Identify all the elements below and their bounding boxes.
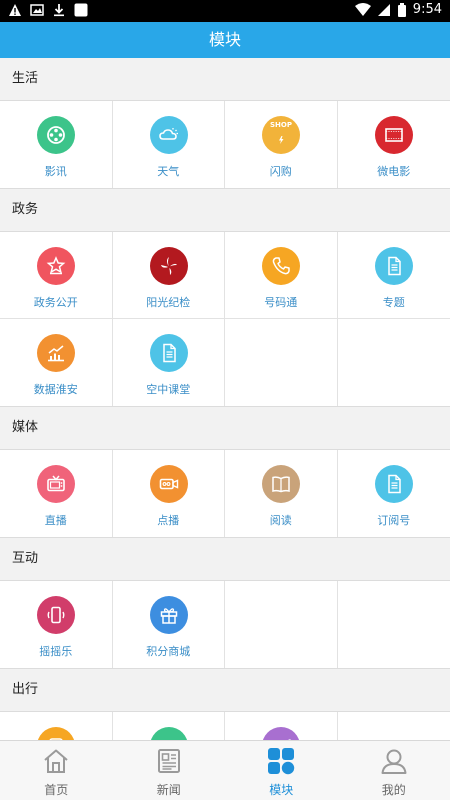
page-title: 模块: [208, 30, 241, 49]
car-icon: [149, 727, 188, 740]
tv-icon: [37, 465, 75, 503]
download-icon: [54, 4, 64, 17]
module-item[interactable]: 积分商城: [112, 581, 225, 668]
image-icon: [30, 4, 44, 16]
module-item[interactable]: 天气: [112, 101, 225, 188]
empty-cell: [337, 319, 450, 406]
tab-label: 模块: [269, 783, 294, 797]
module-label: 天气: [157, 165, 180, 178]
module-label: 专题: [382, 296, 405, 309]
module-grid: [0, 711, 450, 740]
tab-profile[interactable]: 我的: [338, 741, 450, 800]
book-icon: [262, 465, 300, 503]
section-title: 媒体: [0, 407, 450, 449]
section-title: 出行: [0, 669, 450, 711]
module-item[interactable]: [225, 712, 338, 740]
wifi-icon: [354, 2, 371, 16]
module-item[interactable]: 数据淮安: [0, 319, 113, 406]
status-time: 9:54: [412, 2, 442, 17]
module-item[interactable]: [112, 712, 225, 740]
shop-icon: SHOP: [262, 116, 300, 154]
chart-icon: [37, 334, 75, 372]
module-item[interactable]: 摇摇乐: [0, 581, 113, 668]
tab-modules[interactable]: 模块: [225, 741, 338, 800]
newspaper-icon: [157, 749, 180, 773]
document-icon: [374, 247, 413, 285]
module-label: 微电影: [377, 165, 411, 178]
module-grid: 摇摇乐 积分商城: [0, 580, 450, 669]
shake-phone-icon: [37, 596, 75, 634]
phone-icon: [262, 247, 300, 285]
module-item[interactable]: 专题: [337, 232, 450, 319]
module-item[interactable]: 微电影: [337, 101, 450, 188]
module-label: 号码通: [264, 296, 298, 309]
gift-icon: [149, 596, 188, 634]
module-item[interactable]: SHOP 闪购: [225, 101, 338, 188]
bottom-tab-bar: 首页 新闻 模块 我的: [0, 740, 450, 800]
status-bar: 9:54: [0, 0, 450, 22]
micro-film-icon: [374, 116, 413, 154]
module-grid: 影讯 天气 SHOP 闪购 微电影: [0, 100, 450, 189]
empty-cell: [225, 581, 338, 668]
module-item[interactable]: 号码通: [225, 232, 338, 319]
plane-icon: [262, 727, 300, 740]
section-title: 政务: [0, 189, 450, 231]
film-reel-icon: [37, 116, 75, 154]
module-label: 点播: [157, 514, 180, 527]
module-item[interactable]: 影讯: [0, 101, 113, 188]
module-label: 订阅号: [377, 514, 411, 527]
tab-home[interactable]: 首页: [0, 741, 113, 800]
module-grid: 政务公开 阳光纪检 号码通 专题数据淮安 空中课堂: [0, 231, 450, 407]
module-label: 数据淮安: [33, 383, 78, 396]
module-label: 直播: [44, 514, 67, 527]
tab-label: 首页: [44, 783, 69, 797]
empty-cell: [337, 581, 450, 668]
module-item[interactable]: 直播: [0, 450, 113, 537]
module-label: 政务公开: [33, 296, 78, 309]
bus-icon: [37, 727, 75, 740]
module-label: 积分商城: [146, 645, 191, 658]
section-title: 生活: [0, 58, 450, 100]
sunshine-logo-icon: [149, 247, 188, 285]
module-item[interactable]: 政务公开: [0, 232, 113, 319]
camera-icon: [149, 465, 188, 503]
home-icon: [44, 749, 68, 773]
star-badge-icon: [37, 247, 75, 285]
module-grid: 直播 点播 阅读 订阅号: [0, 449, 450, 538]
tab-label: 新闻: [156, 783, 181, 797]
empty-cell: [337, 712, 450, 740]
empty-cell: [225, 319, 338, 406]
module-label: 摇摇乐: [39, 645, 73, 658]
module-item[interactable]: 空中课堂: [112, 319, 225, 406]
module-label: 空中课堂: [146, 383, 191, 396]
module-label: 阳光纪检: [146, 296, 191, 309]
profile-icon: [381, 749, 406, 774]
warning-icon: [9, 4, 21, 16]
document-icon: [149, 334, 188, 372]
battery-icon: [397, 2, 406, 17]
tab-label: 我的: [381, 783, 406, 797]
module-item[interactable]: [0, 712, 113, 740]
module-item[interactable]: 订阅号: [337, 450, 450, 537]
module-list[interactable]: 生活影讯 天气 SHOP 闪购 微电影政务政务公开 阳光纪检 号码通 专题数据淮安 空中课堂媒体…: [0, 58, 450, 740]
module-item[interactable]: 阳光纪检: [112, 232, 225, 319]
app-notification-icon: [74, 3, 88, 17]
module-item[interactable]: 阅读: [225, 450, 338, 537]
section-title: 互动: [0, 538, 450, 580]
app-header: 模块: [0, 22, 450, 58]
module-label: 闪购: [269, 165, 292, 178]
signal-icon: [377, 3, 390, 16]
weather-icon: [149, 116, 188, 154]
document-icon: [374, 465, 413, 503]
tab-newspaper[interactable]: 新闻: [113, 741, 226, 800]
module-label: 阅读: [269, 514, 292, 527]
module-label: 影讯: [44, 165, 67, 178]
modules-icon: [268, 748, 295, 775]
module-item[interactable]: 点播: [112, 450, 225, 537]
